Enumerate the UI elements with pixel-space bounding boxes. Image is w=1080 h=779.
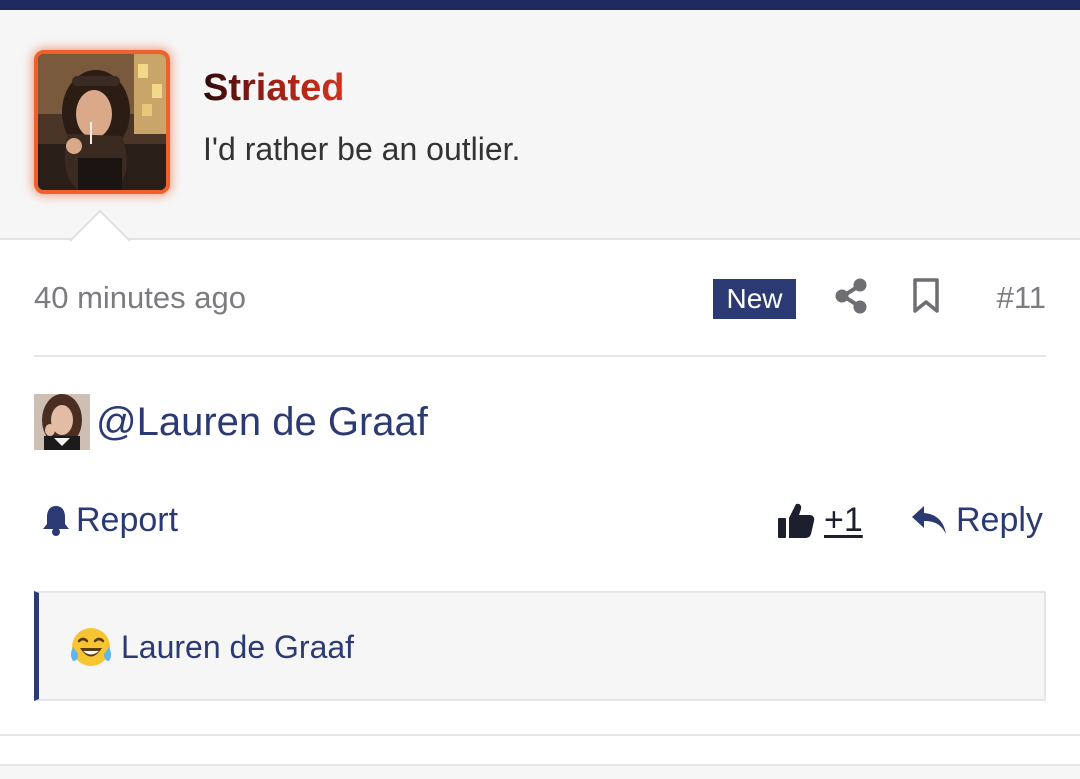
like-button[interactable]: +1 — [776, 498, 863, 542]
reply-button[interactable]: Reply — [910, 498, 1043, 542]
author-name[interactable]: Striated — [203, 66, 344, 110]
reply-icon — [912, 506, 946, 534]
user-photo-icon — [34, 394, 90, 450]
like-count[interactable]: +1 — [824, 498, 863, 542]
post-timestamp[interactable]: 40 minutes ago — [34, 278, 246, 318]
post-bottom-divider — [0, 734, 1080, 736]
laughing-crying-emoji-icon — [71, 628, 111, 666]
reply-label: Reply — [956, 501, 1043, 539]
signature-content: Lauren de Graaf — [69, 623, 354, 671]
panel-pointer — [70, 210, 130, 242]
author-panel: Striated I'd rather be an outlier. — [0, 10, 1080, 240]
new-badge: New — [713, 279, 796, 319]
mention-text[interactable]: @Lauren de Graaf — [96, 398, 428, 446]
post-meta: 40 minutes ago New #11 — [34, 270, 1046, 326]
meta-divider — [34, 355, 1046, 357]
user-photo-icon — [38, 54, 166, 190]
post-number[interactable]: #11 — [997, 278, 1046, 318]
author-avatar[interactable] — [34, 50, 170, 194]
report-button[interactable]: Report — [40, 498, 178, 542]
bell-icon — [43, 506, 69, 536]
top-bar — [0, 0, 1080, 10]
signature: Lauren de Graaf — [34, 591, 1046, 701]
next-post-band — [0, 764, 1080, 779]
report-label: Report — [76, 501, 179, 539]
mention[interactable]: @Lauren de Graaf — [34, 394, 428, 450]
bookmark-icon[interactable] — [912, 278, 940, 314]
thumbs-up-icon — [778, 503, 815, 538]
share-icon[interactable] — [834, 278, 868, 314]
signature-text: Lauren de Graaf — [121, 629, 355, 665]
mention-avatar[interactable] — [34, 394, 90, 450]
author-title: I'd rather be an outlier. — [203, 131, 521, 167]
